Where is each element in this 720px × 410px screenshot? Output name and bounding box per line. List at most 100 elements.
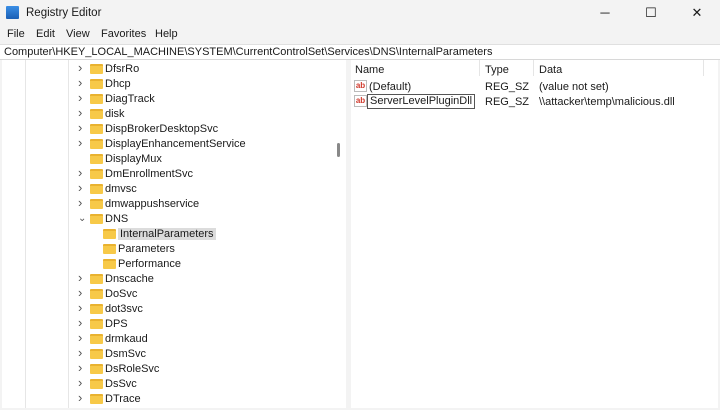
folder-icon xyxy=(90,124,103,134)
tree-item-label: disk xyxy=(105,108,125,120)
tree-item-label: Parameters xyxy=(118,243,175,255)
rename-input[interactable]: ServerLevelPluginDll xyxy=(367,94,476,109)
tree-item-label: DisplayEnhancementService xyxy=(105,138,246,150)
tree-item-label: DfsrRo xyxy=(105,63,140,75)
string-value-icon: ab xyxy=(354,80,367,92)
tree-item[interactable]: › dmwappushservice xyxy=(2,195,338,212)
tree-item[interactable]: DisplayMux xyxy=(2,152,338,167)
chevron-right-icon[interactable]: › xyxy=(78,195,88,210)
chevron-right-icon[interactable]: › xyxy=(78,360,88,375)
values-list[interactable]: Name Type Data ab (Default) REG_SZ (valu… xyxy=(351,60,718,408)
chevron-down-icon[interactable]: ⌄ xyxy=(78,213,88,224)
string-value-icon: ab xyxy=(354,95,367,107)
menu-edit[interactable]: Edit xyxy=(36,28,55,40)
tree-item[interactable]: › Dhcp xyxy=(2,75,338,92)
folder-icon xyxy=(90,304,103,314)
tree-item[interactable]: › DoSvc xyxy=(2,285,338,302)
chevron-right-icon[interactable]: › xyxy=(78,390,88,405)
chevron-right-icon[interactable]: › xyxy=(78,345,88,360)
tree-item-label: DTrace xyxy=(105,393,141,405)
value-row[interactable]: ab ServerLevelPluginDll REG_SZ \\attacke… xyxy=(351,94,718,109)
folder-icon xyxy=(90,334,103,344)
column-type[interactable]: Type xyxy=(485,64,509,76)
tree-item[interactable]: › dmvsc xyxy=(2,180,338,197)
value-data: (value not set) xyxy=(539,81,609,93)
column-name[interactable]: Name xyxy=(355,64,384,76)
chevron-right-icon[interactable]: › xyxy=(78,300,88,315)
folder-icon xyxy=(90,184,103,194)
tree-item[interactable]: › DsSvc xyxy=(2,375,338,392)
chevron-right-icon[interactable]: › xyxy=(78,285,88,300)
folder-icon xyxy=(90,214,103,224)
menu-view[interactable]: View xyxy=(66,28,90,40)
folder-icon xyxy=(90,289,103,299)
tree-item-label: DsSvc xyxy=(105,378,137,390)
tree-item-label: DiagTrack xyxy=(105,93,155,105)
menu-favorites[interactable]: Favorites xyxy=(101,28,146,40)
tree-item-label: drmkaud xyxy=(105,333,148,345)
menu-help[interactable]: Help xyxy=(155,28,178,40)
tree-item-label: DispBrokerDesktopSvc xyxy=(105,123,219,135)
folder-icon xyxy=(90,154,103,164)
tree-item-label: DsmSvc xyxy=(105,348,146,360)
close-button[interactable]: ✕ xyxy=(674,0,720,26)
tree-item-label: dmwappushservice xyxy=(105,198,200,210)
chevron-right-icon[interactable]: › xyxy=(78,75,88,90)
registry-editor-icon xyxy=(6,6,19,19)
folder-icon xyxy=(90,169,103,179)
folder-icon xyxy=(90,64,103,74)
chevron-right-icon[interactable]: › xyxy=(78,180,88,195)
tree-item[interactable]: › DsmSvc xyxy=(2,345,338,362)
tree-item-label: DisplayMux xyxy=(105,153,162,165)
folder-icon xyxy=(90,79,103,89)
chevron-right-icon[interactable]: › xyxy=(78,105,88,120)
key-tree[interactable]: › DfsrRo › Dhcp › DiagTrack › disk › DispBrokerDe… xyxy=(2,60,346,408)
chevron-right-icon[interactable]: › xyxy=(78,330,88,345)
address-bar[interactable]: Computer\HKEY_LOCAL_MACHINE\SYSTEM\Curre… xyxy=(0,44,720,60)
tree-item[interactable]: › DTrace xyxy=(2,390,338,407)
chevron-right-icon[interactable]: › xyxy=(78,315,88,330)
chevron-right-icon[interactable]: › xyxy=(78,135,88,150)
column-data[interactable]: Data xyxy=(539,64,562,76)
chevron-right-icon[interactable]: › xyxy=(78,375,88,390)
tree-item-label: DmEnrollmentSvc xyxy=(105,168,194,180)
folder-icon xyxy=(103,229,116,239)
tree-item-label: Performance xyxy=(118,258,181,270)
tree-item-label: DNS xyxy=(105,213,129,225)
tree-item[interactable]: › dot3svc xyxy=(2,300,338,317)
menu-file[interactable]: File xyxy=(7,28,25,40)
folder-icon xyxy=(90,379,103,389)
folder-icon xyxy=(90,139,103,149)
tree-item[interactable]: › disk xyxy=(2,105,338,122)
value-type: REG_SZ xyxy=(485,81,530,93)
chevron-right-icon[interactable]: › xyxy=(78,270,88,285)
tree-item-label: dmvsc xyxy=(105,183,137,195)
tree-scrollbar[interactable] xyxy=(337,143,340,157)
value-type: REG_SZ xyxy=(485,96,530,108)
tree-item[interactable]: › Dnscache xyxy=(2,270,338,287)
tree-item[interactable]: › DfsrRo xyxy=(2,60,338,77)
tree-item[interactable]: › DsRoleSvc xyxy=(2,360,338,377)
chevron-right-icon[interactable]: › xyxy=(78,60,88,75)
folder-icon xyxy=(103,244,116,254)
folder-icon xyxy=(90,349,103,359)
folder-icon xyxy=(90,109,103,119)
tree-item[interactable]: › DisplayEnhancementService xyxy=(2,135,338,152)
tree-item[interactable]: Performance xyxy=(2,257,338,272)
tree-item[interactable]: Parameters xyxy=(2,242,338,257)
chevron-right-icon[interactable]: › xyxy=(78,165,88,180)
folder-icon xyxy=(103,259,116,269)
tree-item[interactable]: › DPS xyxy=(2,315,338,332)
maximize-button[interactable]: ☐ xyxy=(628,0,674,26)
chevron-right-icon[interactable]: › xyxy=(78,90,88,105)
tree-item[interactable]: InternalParameters xyxy=(2,227,338,242)
value-row[interactable]: ab (Default) REG_SZ (value not set) xyxy=(351,79,718,94)
tree-item[interactable]: ⌄ DNS xyxy=(2,212,338,227)
tree-item-label: DPS xyxy=(105,318,128,330)
tree-item[interactable]: › drmkaud xyxy=(2,330,338,347)
minimize-button[interactable]: ─ xyxy=(582,0,628,26)
tree-item[interactable]: › DispBrokerDesktopSvc xyxy=(2,120,338,137)
chevron-right-icon[interactable]: › xyxy=(78,120,88,135)
tree-item[interactable]: › DmEnrollmentSvc xyxy=(2,165,338,182)
tree-item[interactable]: › DiagTrack xyxy=(2,90,338,107)
